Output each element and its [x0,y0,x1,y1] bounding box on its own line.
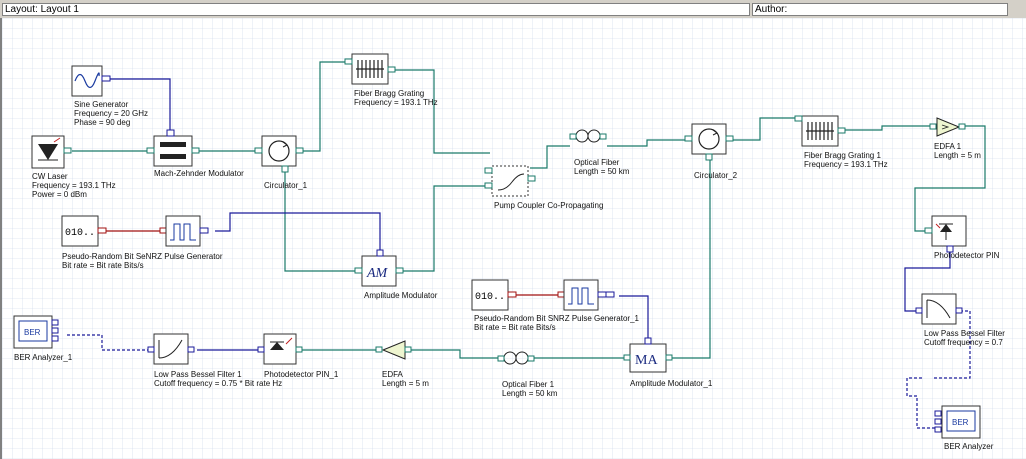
pump-coupler[interactable] [484,165,536,197]
svg-text:AM: AM [366,266,389,281]
lpbf-label: Low Pass Bessel Filter [924,329,1005,338]
edfa-1-length: Length = 5 m [934,151,981,160]
low-pass-bessel-filter[interactable] [915,293,963,325]
optical-fiber-length: Length = 50 km [574,167,630,176]
svg-text:010..: 010.. [475,292,505,303]
svg-text:MA: MA [635,353,658,368]
photodetector-pin-1-label: Photodetector PIN_1 [264,370,339,379]
edfa-label: EDFA [382,370,404,379]
circulator-2-label: Circulator_2 [694,171,738,180]
optical-fiber-1-label: Optical Fiber 1 [502,380,555,389]
pump-coupler-label: Pump Coupler Co-Propagating [494,201,603,210]
prbs-1-bitrate: Bit rate = Bit rate Bits/s [474,323,556,332]
author-field[interactable]: Author: [752,3,1008,16]
photodetector-pin-label: Photodetector PIN [934,251,1000,260]
ber-analyzer-label: BER Analyzer [944,442,994,451]
edfa-length: Length = 5 m [382,379,429,388]
fbg-freq: Frequency = 193.1 THz [354,98,438,107]
lpbf-cutoff: Cutoff frequency = 0.7 [924,338,1003,347]
circulator-1-label: Circulator_1 [264,181,308,190]
svg-text:BER: BER [952,418,969,427]
low-pass-bessel-filter-1[interactable] [147,333,195,365]
ber-analyzer-1[interactable]: BER [13,315,59,349]
edfa-1-label: EDFA 1 [934,142,962,151]
am-label: Amplitude Modulator [364,291,438,300]
cw-laser-freq: Frequency = 193.1 THz [32,181,116,190]
optical-fiber-label: Optical Fiber [574,158,620,167]
layout-canvas[interactable]: Sine Generator Frequency = 20 GHz Phase … [0,18,1026,459]
ber-analyzer[interactable]: BER [934,405,981,439]
fbg-1-freq: Frequency = 193.1 THz [804,160,888,169]
sine-generator-phase: Phase = 90 deg [74,118,130,127]
prbs-label: Pseudo-Random Bit SeNRZ Pulse Generator [62,252,223,261]
layout-header: Layout: Layout 1 Author: [0,0,1026,19]
cw-laser-power: Power = 0 dBm [32,190,87,199]
fbg-label: Fiber Bragg Grating [354,89,424,98]
am-1-label: Amplitude Modulator_1 [630,379,713,388]
svg-text:010..: 010.. [65,228,95,239]
fiber-bragg-grating-1[interactable] [794,115,846,147]
sine-generator-label: Sine Generator [74,100,129,109]
fiber-bragg-grating[interactable] [344,53,396,85]
mzm-label: Mach-Zehnder Modulator [154,169,244,178]
photodetector-pin-1[interactable] [257,333,303,365]
fbg-1-label: Fiber Bragg Grating 1 [804,151,881,160]
sine-generator-freq: Frequency = 20 GHz [74,109,148,118]
lpbf-1-cutoff: Cutoff frequency = 0.75 * Bit rate Hz [154,379,282,388]
prbs-1-label: Pseudo-Random Bit SNRZ Pulse Generator_1 [474,314,640,323]
optical-fiber-1-length: Length = 50 km [502,389,558,398]
ber-analyzer-1-label: BER Analyzer_1 [14,353,73,362]
lpbf-1-label: Low Pass Bessel Filter 1 [154,370,242,379]
layout-name-field[interactable]: Layout: Layout 1 [2,3,750,16]
svg-text:BER: BER [24,328,41,337]
prbs-bitrate: Bit rate = Bit rate Bits/s [62,261,144,270]
cw-laser-label: CW Laser [32,172,68,181]
